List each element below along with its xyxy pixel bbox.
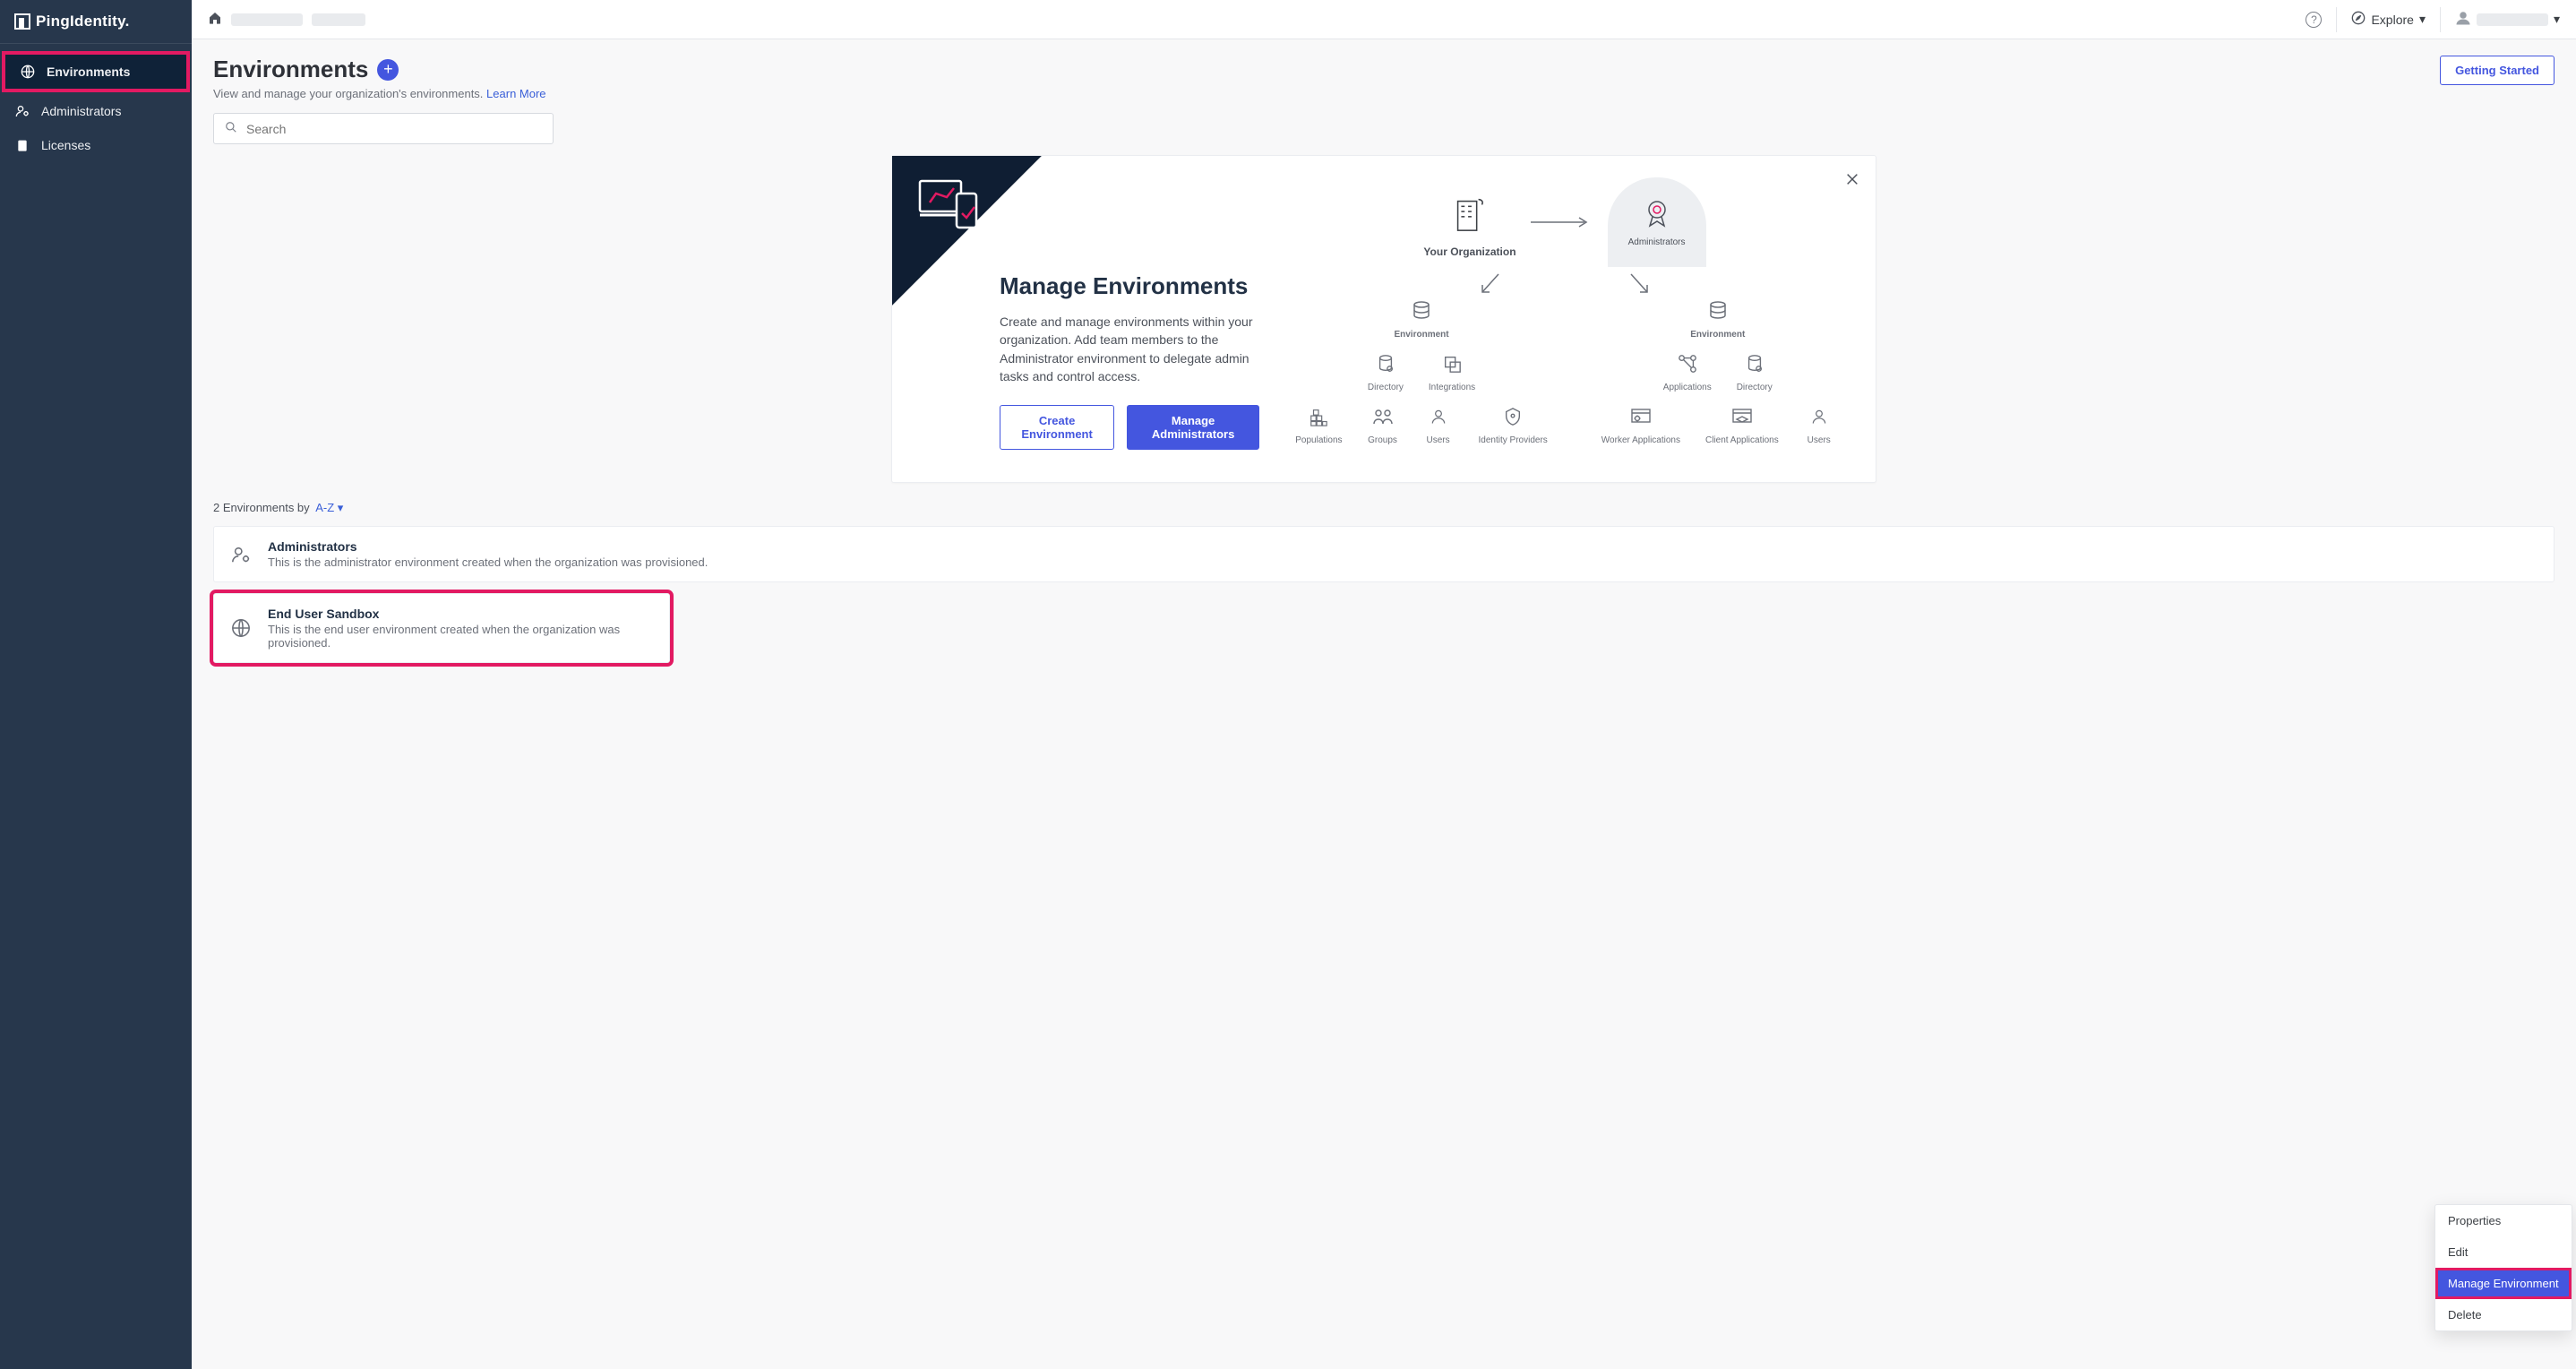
breadcrumb-segment-redacted: [312, 13, 365, 26]
admin-icon: [14, 103, 30, 119]
page-title: Environments: [213, 56, 368, 83]
manage-administrators-button[interactable]: Manage Administrators: [1127, 405, 1259, 450]
integrations-icon: [1437, 349, 1467, 379]
administrators-label: Administrators: [1628, 237, 1686, 247]
breadcrumb-segment-redacted: [231, 13, 303, 26]
arrow-down-left-icon: [1479, 272, 1502, 296]
topbar: ? Explore ▾ ▾: [192, 0, 2576, 39]
sidebar-item-administrators[interactable]: Administrators: [0, 94, 192, 128]
hero-corner-graphic: [892, 156, 1103, 367]
brand-text: PingIdentity.: [36, 13, 130, 30]
search-box[interactable]: [213, 113, 554, 144]
sidebar-item-label: Licenses: [41, 138, 90, 152]
environment-row-administrators[interactable]: Administrators This is the administrator…: [213, 526, 2555, 582]
learn-more-link[interactable]: Learn More: [486, 87, 545, 100]
context-menu-delete[interactable]: Delete: [2435, 1299, 2572, 1330]
getting-started-button[interactable]: Getting Started: [2440, 56, 2555, 85]
explore-menu[interactable]: Explore ▾: [2351, 11, 2426, 28]
help-icon[interactable]: ?: [2306, 12, 2322, 28]
context-menu-manage-environment[interactable]: Manage Environment: [2435, 1268, 2572, 1299]
chevron-down-icon: ▾: [2554, 12, 2560, 27]
sidebar: PingIdentity. Environments Administrator…: [0, 0, 192, 1369]
idp-icon: [1498, 401, 1528, 432]
globe-icon: [230, 618, 252, 638]
context-menu: Properties Edit Manage Environment Delet…: [2434, 1204, 2572, 1331]
chevron-down-icon: ▾: [2419, 12, 2426, 27]
env-name: Administrators: [268, 539, 2537, 554]
org-label: Your Organization: [1423, 245, 1516, 258]
devices-icon: [917, 176, 987, 234]
add-environment-button[interactable]: +: [377, 59, 399, 81]
env-desc: This is the end user environment created…: [268, 623, 653, 650]
search-input[interactable]: [246, 122, 542, 136]
arrow-right-icon: [1531, 216, 1593, 228]
building-icon: [1443, 186, 1497, 240]
hero-diagram: Your Organization Administrators: [1286, 156, 1876, 482]
brand: PingIdentity.: [0, 0, 192, 44]
admin-icon: [230, 545, 252, 564]
hero-card: Manage Environments Create and manage en…: [891, 155, 1876, 483]
search-icon: [225, 121, 237, 136]
env-desc: This is the administrator environment cr…: [268, 555, 2537, 569]
brand-logo-icon: [14, 13, 30, 30]
database-icon: [1406, 296, 1437, 326]
sidebar-item-label: Environments: [47, 65, 130, 79]
directory-icon: [1370, 349, 1401, 379]
sidebar-item-label: Administrators: [41, 104, 121, 118]
populations-icon: [1303, 401, 1334, 432]
environment-row-end-user-sandbox[interactable]: End User Sandbox This is the end user en…: [213, 593, 670, 663]
directory-icon: [1739, 349, 1770, 379]
users-icon: [1804, 401, 1834, 432]
user-menu[interactable]: ▾: [2455, 10, 2560, 29]
worker-apps-icon: [1626, 401, 1656, 432]
subtitle-text: View and manage your organization's envi…: [213, 87, 483, 100]
arrow-down-right-icon: [1627, 272, 1651, 296]
env-name: End User Sandbox: [268, 607, 653, 621]
avatar-icon: [2455, 10, 2471, 29]
environment-label: Environment: [1690, 330, 1745, 340]
count-label: 2 Environments by: [213, 501, 310, 514]
clipboard-icon: [14, 137, 30, 153]
database-icon: [1703, 296, 1733, 326]
administrators-node: Administrators: [1608, 177, 1706, 267]
page-body: Environments + View and manage your orga…: [192, 39, 2576, 1369]
award-icon: [1641, 197, 1673, 232]
close-icon[interactable]: [1845, 172, 1859, 189]
primary-nav: Environments Administrators Licenses: [0, 44, 192, 162]
environment-label: Environment: [1394, 330, 1448, 340]
compass-icon: [2351, 11, 2366, 28]
create-environment-button[interactable]: Create Environment: [1000, 405, 1114, 450]
groups-icon: [1368, 401, 1398, 432]
user-name-redacted: [2477, 13, 2548, 26]
globe-icon: [20, 64, 36, 80]
context-menu-edit[interactable]: Edit: [2435, 1236, 2572, 1268]
topbar-right: ? Explore ▾ ▾: [2306, 7, 2560, 32]
client-apps-icon: [1727, 401, 1757, 432]
applications-icon: [1672, 349, 1703, 379]
page-header: Environments + View and manage your orga…: [213, 56, 2555, 144]
list-header: 2 Environments by A-Z ▾: [213, 501, 2555, 515]
page-subtitle: View and manage your organization's envi…: [213, 87, 554, 100]
context-menu-properties[interactable]: Properties: [2435, 1205, 2572, 1236]
main-area: ? Explore ▾ ▾ Enviro: [192, 0, 2576, 1369]
users-icon: [1423, 401, 1454, 432]
separator: [2440, 7, 2441, 32]
org-node: Your Organization: [1423, 186, 1516, 258]
separator: [2336, 7, 2337, 32]
home-icon[interactable]: [208, 11, 222, 28]
environment-node-right: Environment Applications Directory Worke…: [1601, 296, 1834, 445]
explore-label: Explore: [2371, 13, 2413, 27]
sidebar-item-licenses[interactable]: Licenses: [0, 128, 192, 162]
breadcrumb: [208, 11, 365, 28]
sidebar-item-environments[interactable]: Environments: [2, 51, 190, 92]
sort-menu[interactable]: A-Z ▾: [315, 501, 343, 514]
environment-node-left: Environment Directory Integrations Popul…: [1295, 296, 1548, 445]
